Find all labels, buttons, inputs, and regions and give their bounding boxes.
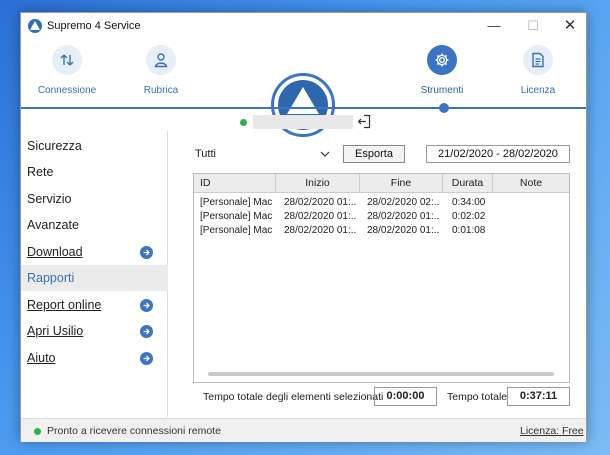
- sidebar: Sicurezza Rete Servizio Avanzate Downloa…: [21, 131, 168, 417]
- status-text: Pronto a ricevere connessioni remote: [47, 425, 221, 437]
- cell-start: 28/02/2020 01:...: [284, 225, 356, 236]
- person-icon: [146, 45, 176, 75]
- arrow-right-icon: [140, 299, 153, 312]
- sidebar-item-aiuto[interactable]: Aiuto: [21, 345, 168, 371]
- table-header: ID Inizio Fine Durata Note: [194, 174, 569, 193]
- cell-duration: 0:02:02: [452, 211, 486, 222]
- sidebar-item-label: Report online: [27, 298, 102, 312]
- sidebar-item-label: Rapporti: [27, 271, 75, 285]
- toolbar-rubrica[interactable]: Rubrica: [121, 45, 201, 96]
- sidebar-item-rete[interactable]: Rete: [21, 159, 168, 185]
- sidebar-item-label: Download: [27, 245, 83, 259]
- column-header-id[interactable]: ID: [194, 174, 276, 193]
- toolbar-licenza[interactable]: Licenza: [498, 45, 578, 96]
- sidebar-item-report-online[interactable]: Report online: [21, 292, 168, 318]
- minimize-button[interactable]: —: [483, 17, 505, 35]
- selected-total-value: 0:00:00: [374, 387, 437, 406]
- sidebar-item-servizio[interactable]: Servizio: [21, 186, 168, 212]
- total-time-label: Tempo totale: [447, 391, 508, 403]
- sidebar-item-label: Aiuto: [27, 351, 56, 365]
- main-toolbar: Connessione Rubrica Strumenti Licenza: [21, 39, 586, 137]
- cell-duration: 0:01:08: [452, 225, 486, 236]
- online-status-dot: [240, 119, 247, 126]
- table-row[interactable]: [Personale] Mac 28/02/2020 01:... 28/02/…: [194, 210, 569, 224]
- chevron-down-icon: [319, 148, 331, 160]
- sidebar-item-download[interactable]: Download: [21, 239, 168, 265]
- column-header-durata[interactable]: Durata: [443, 174, 493, 193]
- cell-note: [498, 225, 566, 238]
- report-type-select[interactable]: Tutti: [193, 145, 333, 163]
- sidebar-item-label: Apri Usilio: [27, 324, 84, 338]
- transfer-arrows-icon: [52, 45, 82, 75]
- maximize-button[interactable]: ☐: [522, 17, 544, 35]
- status-bar: Pronto a ricevere connessioni remote Lic…: [21, 418, 586, 442]
- sidebar-item-label: Rete: [27, 165, 54, 179]
- date-range-field[interactable]: 21/02/2020 - 28/02/2020: [426, 145, 570, 163]
- sidebar-item-avanzate[interactable]: Avanzate: [21, 212, 168, 238]
- document-icon: [523, 45, 553, 75]
- selected-total-label: Tempo totale degli elementi selezionati: [203, 391, 384, 403]
- arrow-right-icon: [140, 352, 153, 365]
- cell-end: 28/02/2020 02:...: [367, 197, 440, 208]
- active-tab-indicator: [439, 103, 449, 113]
- supremo-logo-icon: [28, 19, 42, 33]
- toolbar-connessione[interactable]: Connessione: [27, 45, 107, 96]
- app-window: Supremo 4 Service — ☐ ✕ Connessione Rubr…: [20, 12, 587, 442]
- arrow-right-icon: [140, 246, 153, 259]
- sidebar-item-label: Avanzate: [27, 218, 79, 232]
- license-link[interactable]: Licenza: Free: [520, 425, 584, 437]
- report-type-value: Tutti: [195, 148, 216, 160]
- cell-start: 28/02/2020 01:...: [284, 197, 356, 208]
- column-header-fine[interactable]: Fine: [360, 174, 443, 193]
- toolbar-licenza-label: Licenza: [520, 85, 556, 96]
- gear-icon: [427, 45, 457, 75]
- arrow-right-icon: [140, 325, 153, 338]
- cell-id: [Personale] Mac: [200, 225, 272, 236]
- table-row[interactable]: [Personale] Mac 28/02/2020 01:... 28/02/…: [194, 224, 569, 238]
- sidebar-item-rapporti[interactable]: Rapporti: [21, 265, 168, 291]
- cell-id: [Personale] Mac: [200, 211, 272, 222]
- cell-id: [Personale] Mac: [200, 197, 272, 208]
- cell-start: 28/02/2020 01:...: [284, 211, 356, 222]
- cell-end: 28/02/2020 01:...: [367, 225, 440, 236]
- status-online-dot: [34, 428, 41, 435]
- toolbar-connessione-label: Connessione: [37, 85, 97, 96]
- close-button[interactable]: ✕: [559, 17, 581, 35]
- horizontal-scrollbar[interactable]: [208, 372, 554, 376]
- sidebar-item-label: Sicurezza: [27, 139, 82, 153]
- logout-icon[interactable]: [357, 114, 371, 129]
- sidebar-item-sicurezza[interactable]: Sicurezza: [21, 133, 168, 159]
- cell-end: 28/02/2020 01:...: [367, 211, 440, 222]
- cell-note: [498, 197, 566, 210]
- column-header-note[interactable]: Note: [493, 174, 569, 193]
- cell-duration: 0:34:00: [452, 197, 486, 208]
- reports-table: ID Inizio Fine Durata Note [Personale] M…: [193, 173, 570, 383]
- export-button[interactable]: Esporta: [343, 145, 405, 163]
- toolbar-strumenti-label: Strumenti: [420, 85, 464, 96]
- title-bar: Supremo 4 Service — ☐ ✕: [21, 13, 586, 39]
- toolbar-rubrica-label: Rubrica: [143, 85, 179, 96]
- id-field: [253, 115, 353, 129]
- sidebar-item-label: Servizio: [27, 192, 72, 206]
- column-header-inizio[interactable]: Inizio: [276, 174, 360, 193]
- toolbar-underline: [21, 107, 586, 109]
- sidebar-item-apri-usilio[interactable]: Apri Usilio: [21, 318, 168, 344]
- window-title: Supremo 4 Service: [47, 20, 141, 32]
- cell-note: [498, 211, 566, 224]
- total-time-value: 0:37:11: [507, 387, 570, 406]
- table-row[interactable]: [Personale] Mac 28/02/2020 01:... 28/02/…: [194, 196, 569, 210]
- toolbar-strumenti[interactable]: Strumenti: [402, 45, 482, 96]
